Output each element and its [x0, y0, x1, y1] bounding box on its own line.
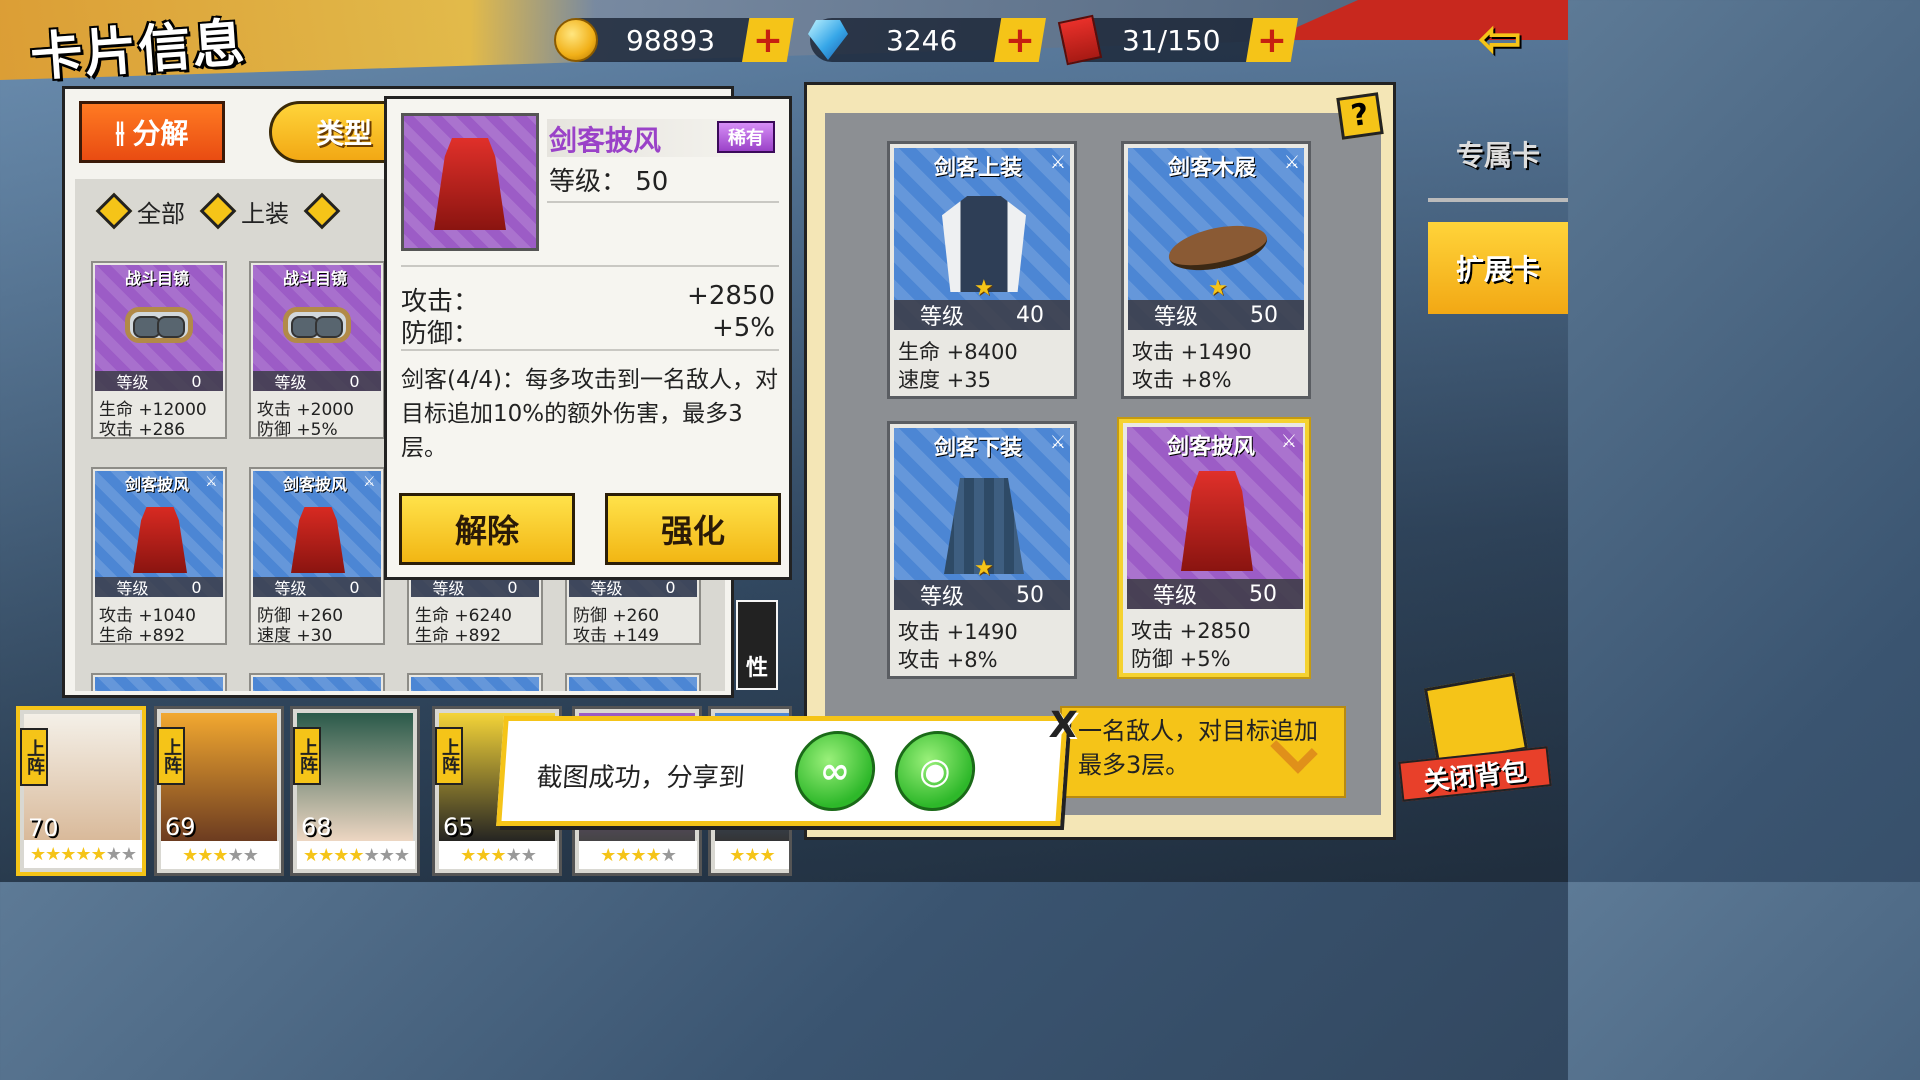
divider	[401, 265, 779, 267]
star-rating: ★★★	[715, 841, 789, 869]
sandal-icon	[1164, 218, 1272, 278]
card-thumbnail	[401, 113, 539, 251]
card-detail-popup: 剑客披风 稀有 等级： 50 攻击： +2850 防御： +5% 剑客(4/4)…	[384, 96, 792, 580]
share-text: 截图成功，分享到	[535, 763, 746, 793]
inventory-card[interactable]	[91, 673, 227, 691]
diamond-bullet-icon	[199, 192, 237, 230]
equipped-card-bottom[interactable]: 剑客下装 ⚔ ★ 等级 50 攻击 +1490 攻击 +8%	[887, 421, 1077, 679]
star-rating: ★★★★★	[439, 841, 557, 869]
cape-icon	[434, 138, 506, 230]
inventory-card[interactable]	[565, 673, 701, 691]
inventory-card[interactable]: 战斗目镜 等级 0 生命 +12000 攻击 +286	[91, 261, 227, 440]
sword-icon: ⚔	[1283, 152, 1300, 173]
add-diamond-button[interactable]: +	[994, 18, 1046, 62]
page-title: 卡片信息	[28, 13, 249, 89]
filter-all[interactable]: 全部	[95, 192, 185, 230]
remove-button[interactable]: 解除	[399, 493, 575, 565]
close-bag-button[interactable]: 关闭背包	[1398, 672, 1552, 802]
stat-value: +5%	[711, 313, 775, 343]
help-icon[interactable]: ?	[1336, 92, 1384, 140]
card-name: 剑客披风	[549, 124, 662, 157]
sword-icon: ⚔	[1049, 432, 1066, 453]
stamina-currency: 31/150 +	[1057, 14, 1298, 66]
hero-slot[interactable]: 上阵 69 ★★★ ★★	[154, 706, 284, 876]
stat-label: 防御：	[401, 319, 480, 349]
hero-slot[interactable]: 上阵 70 ★★★★★ ★★	[16, 706, 146, 876]
hero-slot[interactable]: 上阵 68 ★★★★ ★★★	[290, 706, 420, 876]
star-rating: ★★★★★★★	[297, 841, 415, 869]
star-icon: ★	[1208, 276, 1228, 301]
sword-icon: ⚔	[1049, 152, 1066, 173]
wechat-icon[interactable]: ∞	[792, 731, 878, 811]
sword-icon: ⚔	[1280, 431, 1297, 452]
cape-icon	[133, 507, 187, 573]
equipped-card-top[interactable]: 剑客上装 ⚔ ★ 等级 40 生命 +8400 速度 +35	[887, 141, 1077, 399]
gold-coin-icon	[550, 14, 602, 66]
diamond-icon	[802, 14, 854, 66]
diamond-currency: 3246 +	[808, 18, 1046, 62]
star-rating: ★★★★★	[161, 841, 279, 869]
inventory-card[interactable]	[249, 673, 385, 691]
diamond-value: 3246	[886, 24, 958, 57]
sword-icon: ⚔	[363, 474, 376, 490]
add-gold-button[interactable]: +	[742, 18, 794, 62]
tab-exclusive-card[interactable]: 专属卡	[1428, 114, 1568, 194]
stamina-value: 31/150	[1122, 24, 1221, 57]
cape-icon	[1181, 471, 1253, 571]
gold-currency: 98893 +	[554, 18, 794, 62]
diamond-bullet-icon	[303, 192, 341, 230]
skill-preview-banner[interactable]: 一名敌人，对目标追加最多3层。	[1060, 706, 1346, 798]
gold-value: 98893	[626, 24, 716, 57]
share-popup: 截图成功，分享到 ∞ ◉ X	[496, 705, 1078, 826]
cape-icon	[291, 507, 345, 573]
moments-icon[interactable]: ◉	[892, 731, 978, 811]
equipped-card-cape[interactable]: 剑客披风 ⚔ 等级 50 攻击 +2850 防御 +5%	[1119, 419, 1309, 677]
decompose-icon: ⫲	[115, 115, 125, 148]
star-icon: ★	[974, 276, 994, 301]
divider	[1428, 198, 1568, 202]
inventory-card[interactable]: 剑客披风 ⚔ 等级 0 攻击 +1040 生命 +892	[91, 467, 227, 646]
attribute-badge[interactable]: 性	[736, 600, 778, 690]
inventory-card[interactable]: 战斗目镜 等级 0 攻击 +2000 防御 +5%	[249, 261, 385, 440]
sword-icon: ⚔	[205, 474, 218, 490]
filter-top[interactable]: 上装	[199, 192, 289, 230]
inventory-card[interactable]: 剑客披风 ⚔ 等级 0 防御 +260 速度 +30	[249, 467, 385, 646]
card-level: 等级： 50	[549, 167, 669, 197]
equipped-card-shoes[interactable]: 剑客木屐 ⚔ ★ 等级 50 攻击 +1490 攻击 +8%	[1121, 141, 1311, 399]
star-rating: ★★★★★	[579, 841, 697, 869]
divider	[401, 349, 779, 351]
set-bonus-description: 剑客(4/4)：每多攻击到一名敌人，对目标追加10%的额外伤害，最多3层。	[401, 367, 778, 461]
back-arrow-icon[interactable]: ⇦	[1452, 12, 1548, 66]
add-stamina-button[interactable]: +	[1246, 18, 1298, 62]
close-icon[interactable]: X	[1041, 705, 1086, 747]
goggles-icon	[125, 307, 193, 343]
diamond-bullet-icon	[95, 192, 133, 230]
inventory-card[interactable]	[407, 673, 543, 691]
enhance-button[interactable]: 强化	[605, 493, 781, 565]
goggles-icon	[283, 307, 351, 343]
divider	[547, 201, 779, 203]
rarity-badge: 稀有	[717, 121, 775, 153]
star-icon: ★	[974, 556, 994, 581]
tab-extension-card[interactable]: 扩展卡	[1428, 222, 1568, 314]
filter-more[interactable]	[303, 192, 341, 230]
star-rating: ★★★★★★★	[24, 840, 142, 868]
stat-value: +2850	[687, 281, 775, 311]
decompose-button[interactable]: ⫲ 分解	[79, 101, 225, 163]
stamina-ticket-icon	[1054, 14, 1106, 66]
